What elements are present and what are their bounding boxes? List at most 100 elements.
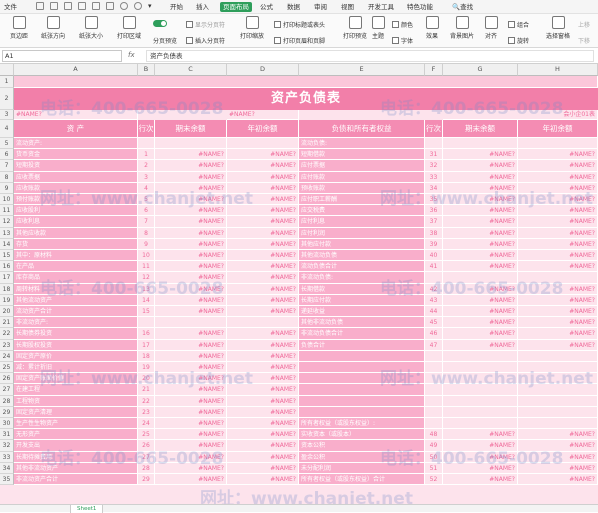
table-cell[interactable] (299, 384, 425, 396)
save-icon[interactable] (50, 2, 58, 10)
table-cell[interactable]: 38 (425, 227, 443, 239)
row-header[interactable]: 17 (0, 272, 14, 284)
table-cell[interactable]: 27 (138, 451, 155, 463)
table-cell[interactable]: #NAME? (155, 350, 227, 362)
export-icon[interactable] (64, 2, 72, 10)
table-cell[interactable]: #NAME? (155, 272, 227, 284)
row-header[interactable]: 10 (0, 194, 14, 206)
table-cell[interactable]: #NAME? (227, 294, 299, 306)
row-header[interactable]: 19 (0, 294, 14, 306)
table-cell[interactable]: 17 (138, 339, 155, 351)
table-cell[interactable] (155, 138, 227, 150)
table-cell[interactable]: 应付利润 (299, 227, 425, 239)
theme-button[interactable]: 主题 (370, 16, 386, 40)
table-cell[interactable]: 33 (425, 171, 443, 183)
tab-data[interactable]: 数据 (287, 2, 300, 12)
row-header[interactable]: 31 (0, 429, 14, 441)
row-header[interactable]: 29 (0, 406, 14, 418)
table-cell[interactable]: 10 (138, 250, 155, 262)
table-cell[interactable]: 短期投资 (14, 160, 138, 172)
table-cell[interactable]: 4 (138, 182, 155, 194)
table-cell[interactable]: 39 (425, 238, 443, 250)
table-cell[interactable]: 21 (138, 384, 155, 396)
table-cell[interactable]: 52 (425, 474, 443, 486)
table-cell[interactable]: 所有者权益（或股东权益）: (299, 418, 425, 430)
table-cell[interactable] (518, 395, 598, 407)
orientation-button[interactable]: 纸张方向 (36, 16, 70, 40)
table-cell[interactable]: 31 (425, 149, 443, 161)
row-header[interactable]: 1 (0, 76, 14, 88)
table-cell[interactable] (425, 350, 443, 362)
name-box[interactable]: A1 (2, 50, 122, 62)
row-header[interactable]: 6 (0, 149, 14, 161)
table-cell[interactable]: 18 (138, 350, 155, 362)
column-header-c[interactable]: C (155, 64, 227, 76)
table-cell[interactable]: 应收票据 (14, 171, 138, 183)
table-cell[interactable] (518, 406, 598, 418)
table-cell[interactable]: #NAME? (155, 216, 227, 228)
table-cell[interactable]: #NAME? (227, 194, 299, 206)
table-cell[interactable]: 5 (138, 194, 155, 206)
table-cell[interactable]: #NAME? (227, 418, 299, 430)
table-cell[interactable] (299, 350, 425, 362)
table-cell[interactable] (227, 138, 299, 150)
table-cell[interactable] (425, 395, 443, 407)
table-cell[interactable]: #NAME? (227, 182, 299, 194)
table-cell[interactable]: #NAME? (443, 317, 518, 329)
tab-view[interactable]: 视图 (341, 2, 354, 12)
table-cell[interactable]: #NAME? (443, 227, 518, 239)
table-cell[interactable]: #NAME? (518, 194, 598, 206)
table-cell[interactable]: 23 (138, 406, 155, 418)
table-cell[interactable] (518, 384, 598, 396)
tab-home[interactable]: 开始 (170, 2, 183, 12)
table-cell[interactable]: 41 (425, 261, 443, 273)
table-cell[interactable]: 盈余公积 (299, 451, 425, 463)
table-cell[interactable]: 14 (138, 294, 155, 306)
row-header[interactable]: 5 (0, 138, 14, 150)
table-cell[interactable] (518, 272, 598, 284)
tab-insert[interactable]: 插入 (196, 2, 209, 12)
table-cell[interactable]: 29 (138, 474, 155, 486)
table-cell[interactable]: #NAME? (518, 462, 598, 474)
table-cell[interactable]: #NAME? (443, 205, 518, 217)
table-cell[interactable] (227, 317, 299, 329)
table-cell[interactable]: 非流动负债: (299, 272, 425, 284)
table-cell[interactable]: #NAME? (443, 294, 518, 306)
show-page-break-checkbox[interactable]: 显示分页符 (186, 20, 225, 29)
table-cell[interactable]: #NAME? (518, 283, 598, 295)
table-cell[interactable]: #NAME? (155, 418, 227, 430)
table-cell[interactable]: 应交税费 (299, 205, 425, 217)
row-header[interactable]: 12 (0, 216, 14, 228)
table-cell[interactable]: #NAME? (518, 227, 598, 239)
move-up-button[interactable]: 上移 (578, 20, 590, 29)
table-cell[interactable]: #NAME? (155, 182, 227, 194)
table-cell[interactable]: 工程物资 (14, 395, 138, 407)
table-cell[interactable]: 1 (138, 149, 155, 161)
print-scale-button[interactable]: 打印缩放 (236, 16, 268, 40)
column-header-g[interactable]: G (443, 64, 518, 76)
table-cell[interactable] (299, 373, 425, 385)
table-cell[interactable]: #NAME? (518, 160, 598, 172)
table-cell[interactable]: 流动负债: (299, 138, 425, 150)
table-cell[interactable]: #NAME? (155, 339, 227, 351)
formula-input[interactable]: 资产负债表 (146, 50, 594, 62)
row-header[interactable]: 14 (0, 238, 14, 250)
table-cell[interactable]: #NAME? (155, 373, 227, 385)
table-cell[interactable]: #NAME? (227, 362, 299, 374)
table-cell[interactable]: 所有者权益（或股东权益）合计 (299, 474, 425, 486)
row-header[interactable]: 33 (0, 451, 14, 463)
margins-button[interactable]: 页边距 (6, 16, 32, 40)
table-cell[interactable]: #NAME? (518, 294, 598, 306)
tab-developer[interactable]: 开发工具 (368, 2, 394, 12)
table-cell[interactable]: #NAME? (518, 306, 598, 318)
table-cell[interactable]: #NAME? (443, 216, 518, 228)
row-header[interactable]: 24 (0, 350, 14, 362)
row-header[interactable]: 3 (0, 110, 14, 120)
table-cell[interactable]: #NAME? (155, 306, 227, 318)
row-header[interactable]: 18 (0, 283, 14, 295)
table-cell[interactable]: 货币资金 (14, 149, 138, 161)
table-cell[interactable]: 15 (138, 306, 155, 318)
table-cell[interactable] (443, 373, 518, 385)
rotate-button[interactable]: 旋转 (508, 36, 529, 45)
table-cell[interactable]: #NAME? (227, 429, 299, 441)
